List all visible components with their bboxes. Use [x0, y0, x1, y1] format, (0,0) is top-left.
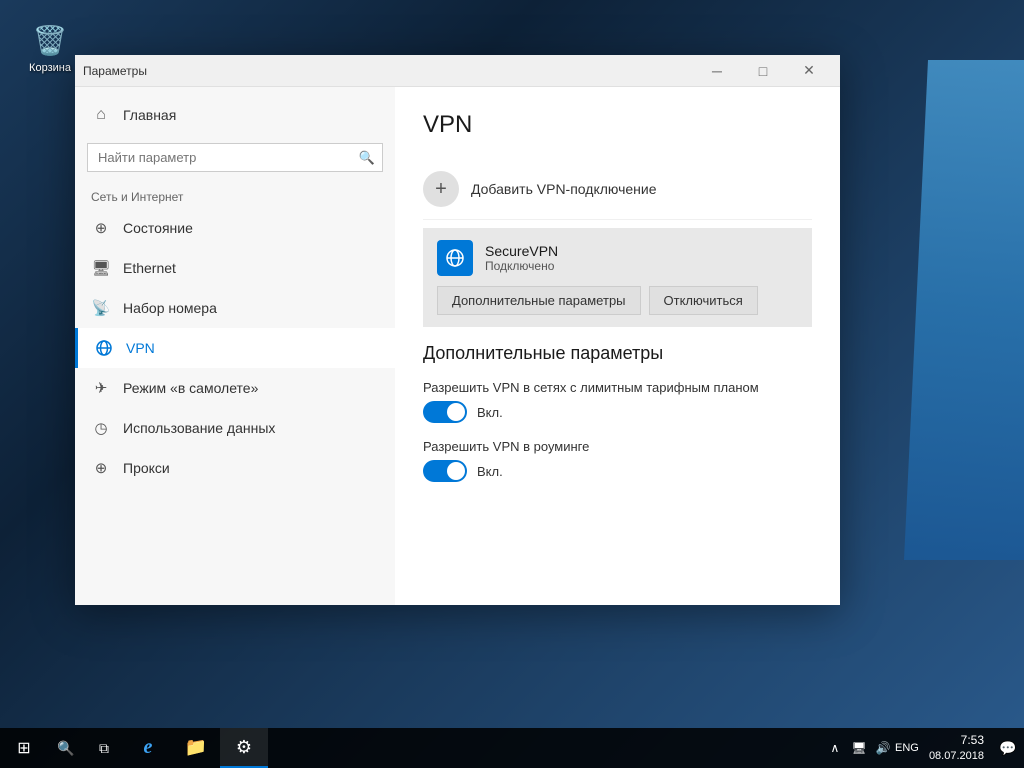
- close-button[interactable]: ✕: [786, 55, 832, 87]
- toggle-metered-track: [423, 401, 467, 423]
- recycle-bin-label: Корзина: [29, 62, 71, 74]
- vpn-settings-button[interactable]: Дополнительные параметры: [437, 286, 641, 315]
- proxy-icon: ⊕: [91, 458, 111, 478]
- vpn-entry: SecureVPN Подключено Дополнительные пара…: [423, 228, 812, 327]
- desktop: 🗑️ Корзина Параметры ─ □ ✕ ⌂ Главная: [0, 0, 1024, 768]
- airplane-icon: ✈: [91, 378, 111, 398]
- main-content: VPN + Добавить VPN-подключение: [395, 87, 840, 605]
- sidebar-item-status[interactable]: ⊕ Состояние: [75, 208, 395, 248]
- add-vpn-label: Добавить VPN-подключение: [471, 181, 657, 197]
- sidebar-item-ethernet[interactable]: 🖥 Ethernet: [75, 248, 395, 288]
- status-label: Состояние: [123, 220, 193, 236]
- title-bar-buttons: ─ □ ✕: [694, 55, 832, 87]
- toggle-metered-switch[interactable]: [423, 401, 467, 423]
- toggle-metered-thumb: [447, 403, 465, 421]
- sidebar-item-vpn[interactable]: VPN: [75, 328, 395, 368]
- taskbar-tray: ∧ 🖥 🔊 ENG: [825, 738, 929, 758]
- taskbar-settings-app[interactable]: ⚙: [220, 728, 268, 768]
- dial-label: Набор номера: [123, 300, 217, 316]
- toggle-roaming-switch[interactable]: [423, 460, 467, 482]
- vpn-status: Подключено: [485, 259, 798, 273]
- vpn-nav-icon: [94, 338, 114, 358]
- window-title: Параметры: [83, 64, 694, 78]
- toggle-roaming-thumb: [447, 462, 465, 480]
- minimize-button[interactable]: ─: [694, 55, 740, 87]
- vpn-info: SecureVPN Подключено: [485, 243, 798, 273]
- taskbar-pinned-apps: e 📁 ⚙: [124, 728, 825, 768]
- tray-volume-icon[interactable]: 🔊: [873, 738, 893, 758]
- sidebar-item-airplane[interactable]: ✈ Режим «в самолете»: [75, 368, 395, 408]
- start-button[interactable]: ⊞: [0, 728, 48, 768]
- datausage-icon: ◷: [91, 418, 111, 438]
- toggle-roaming-inner: Вкл.: [423, 460, 812, 482]
- toggle-roaming: Разрешить VPN в роуминге Вкл.: [423, 439, 812, 482]
- status-icon: ⊕: [91, 218, 111, 238]
- ethernet-icon: 🖥: [91, 258, 111, 278]
- toggle-roaming-track: [423, 460, 467, 482]
- toggle-roaming-label: Разрешить VPN в роуминге: [423, 439, 812, 454]
- task-view-button[interactable]: ⧉: [84, 728, 124, 768]
- sidebar-item-datausage[interactable]: ◷ Использование данных: [75, 408, 395, 448]
- taskbar-edge-app[interactable]: e: [124, 728, 172, 768]
- proxy-label: Прокси: [123, 460, 170, 476]
- toggle-metered: Разрешить VPN в сетях с лимитным тарифны…: [423, 380, 812, 423]
- sidebar: ⌂ Главная 🔍 Сеть и Интернет ⊕ Состояние …: [75, 87, 395, 605]
- clock-date: 08.07.2018: [929, 749, 984, 763]
- toggle-metered-value: Вкл.: [477, 405, 503, 420]
- tray-network-icon[interactable]: 🖥: [849, 738, 869, 758]
- taskbar-explorer-app[interactable]: 📁: [172, 728, 220, 768]
- taskbar: ⊞ 🔍 ⧉ e 📁 ⚙ ∧ 🖥 🔊 ENG 7:53 08.07.2018 💬: [0, 728, 1024, 768]
- airplane-label: Режим «в самолете»: [123, 380, 258, 396]
- window-body: ⌂ Главная 🔍 Сеть и Интернет ⊕ Состояние …: [75, 87, 840, 605]
- vpn-disconnect-button[interactable]: Отключиться: [649, 286, 758, 315]
- maximize-button[interactable]: □: [740, 55, 786, 87]
- tray-lang-label[interactable]: ENG: [897, 738, 917, 758]
- sidebar-item-dial[interactable]: 📡 Набор номера: [75, 288, 395, 328]
- home-label: Главная: [123, 107, 176, 123]
- toggle-metered-inner: Вкл.: [423, 401, 812, 423]
- add-icon: +: [423, 171, 459, 207]
- taskbar-search-button[interactable]: 🔍: [48, 728, 84, 768]
- clock-time: 7:53: [929, 733, 984, 749]
- toggle-metered-label: Разрешить VPN в сетях с лимитным тарифны…: [423, 380, 812, 395]
- page-title: VPN: [423, 111, 812, 139]
- vpn-buttons: Дополнительные параметры Отключиться: [437, 286, 798, 315]
- vpn-entry-header: SecureVPN Подключено: [437, 240, 798, 276]
- vpn-name: SecureVPN: [485, 243, 798, 259]
- datausage-label: Использование данных: [123, 420, 275, 436]
- home-icon: ⌂: [91, 105, 111, 125]
- recycle-bin-icon[interactable]: 🗑️ Корзина: [20, 20, 80, 74]
- additional-settings-title: Дополнительные параметры: [423, 343, 812, 364]
- settings-window: Параметры ─ □ ✕ ⌂ Главная 🔍: [75, 55, 840, 605]
- vpn-icon-box: [437, 240, 473, 276]
- search-box: 🔍: [87, 143, 383, 172]
- sidebar-item-proxy[interactable]: ⊕ Прокси: [75, 448, 395, 488]
- add-vpn-button[interactable]: + Добавить VPN-подключение: [423, 159, 812, 220]
- home-button[interactable]: ⌂ Главная: [75, 95, 395, 135]
- vpn-nav-label: VPN: [126, 340, 155, 356]
- search-icon: 🔍: [359, 150, 375, 166]
- title-bar: Параметры ─ □ ✕: [75, 55, 840, 87]
- ethernet-label: Ethernet: [123, 260, 176, 276]
- recycle-bin-image: 🗑️: [30, 20, 70, 60]
- search-input[interactable]: [87, 143, 383, 172]
- tray-chevron-icon[interactable]: ∧: [825, 738, 845, 758]
- section-label: Сеть и Интернет: [75, 180, 395, 208]
- desktop-decoration: [904, 60, 1024, 560]
- taskbar-notification-button[interactable]: 💬: [992, 728, 1024, 768]
- toggle-roaming-value: Вкл.: [477, 464, 503, 479]
- dial-icon: 📡: [91, 298, 111, 318]
- taskbar-clock[interactable]: 7:53 08.07.2018: [929, 733, 992, 763]
